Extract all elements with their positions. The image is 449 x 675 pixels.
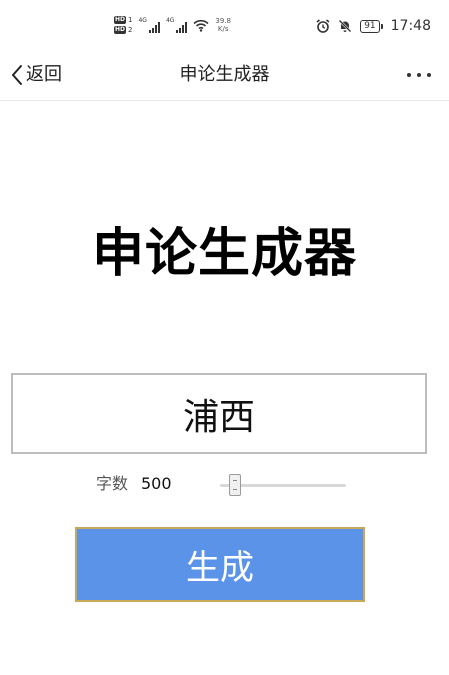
- network-type-label: 4G: [138, 17, 147, 24]
- more-dot-icon: [407, 73, 411, 77]
- word-count-value: 500: [141, 474, 172, 493]
- status-bar: HD 1 HD 2 4G 4G 39.8 K/s 91 17:48: [0, 0, 449, 50]
- network-speed-unit: K/s: [217, 25, 229, 33]
- clock: 17:48: [390, 18, 431, 34]
- word-count-label: 字数: [96, 474, 129, 493]
- status-bar-left: HD 1 HD 2 4G 4G 39.8 K/s: [114, 14, 231, 36]
- battery-icon: 91: [360, 19, 383, 33]
- topic-input-box[interactable]: [11, 373, 427, 454]
- more-dot-icon: [427, 73, 431, 77]
- hd-indicators: HD 1 HD 2: [114, 16, 132, 34]
- hd-indicator-2: HD 2: [114, 26, 132, 34]
- signal-bars-icon: [176, 21, 188, 33]
- signal-2: 4G: [165, 17, 188, 33]
- network-speed: 39.8 K/s: [215, 17, 231, 33]
- status-bar-right: 91 17:48: [316, 18, 431, 34]
- wifi-icon: [193, 19, 209, 32]
- battery-level: 91: [360, 19, 380, 33]
- page-title: 申论生成器: [91, 224, 357, 284]
- generate-button[interactable]: 生成: [75, 527, 365, 602]
- hd-sim-number: 2: [128, 26, 133, 34]
- signal-bars-icon: [148, 21, 160, 33]
- nav-title: 申论生成器: [179, 64, 270, 85]
- topic-input[interactable]: [13, 374, 425, 453]
- signal-1: 4G: [138, 17, 160, 33]
- mute-bell-icon: [338, 19, 352, 33]
- hd-sim-number: 1: [128, 16, 133, 24]
- more-options-button[interactable]: [407, 64, 431, 86]
- word-count-slider[interactable]: [220, 474, 346, 496]
- hd-badge: HD: [114, 16, 127, 24]
- more-dot-icon: [417, 73, 421, 77]
- nav-bar: 返回 申论生成器: [0, 50, 449, 101]
- network-speed-value: 39.8: [215, 17, 232, 25]
- network-type-label: 4G: [165, 17, 175, 24]
- alarm-icon: [316, 19, 330, 33]
- hd-badge: HD: [114, 26, 127, 34]
- hd-indicator-1: HD 1: [114, 16, 132, 24]
- slider-thumb[interactable]: [229, 474, 241, 496]
